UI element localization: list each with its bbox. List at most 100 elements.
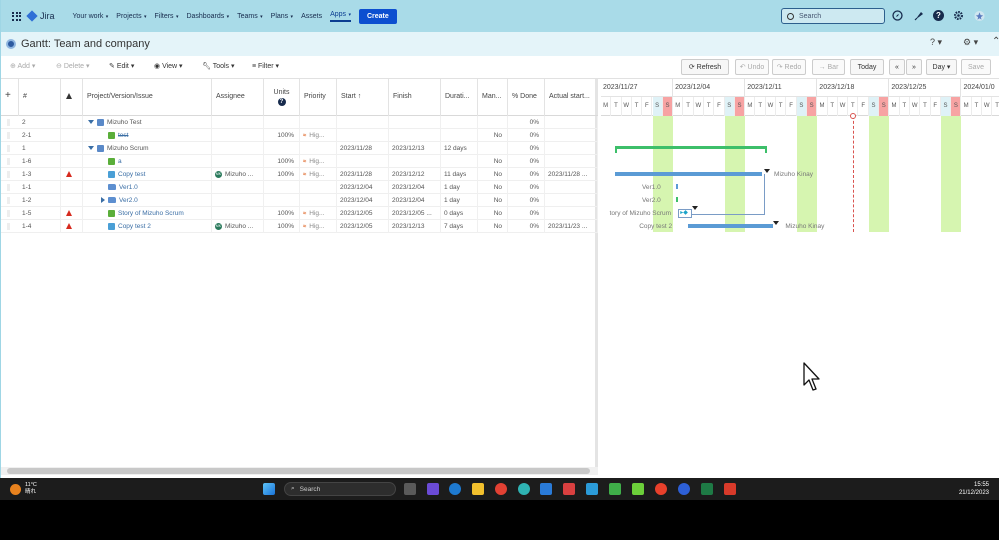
app-icon-4[interactable] (632, 483, 644, 495)
weather-widget[interactable]: 11°C 晴れ (10, 482, 37, 496)
col-finish[interactable]: Finish (389, 79, 441, 116)
units-help-icon[interactable]: ? (277, 98, 286, 106)
create-button[interactable]: Create (358, 8, 397, 24)
version-marker-ver2[interactable] (676, 197, 679, 202)
nav-item-apps[interactable]: Apps ▾ (330, 11, 351, 22)
col-duration[interactable]: Durati... (441, 79, 478, 116)
cell-name[interactable]: Story of Mizuho Scrum (83, 207, 212, 220)
drag-handle-icon[interactable] (7, 132, 10, 139)
nav-item-plans[interactable]: Plans ▾ (271, 13, 293, 20)
cell-name[interactable]: Mizuho Scrum (83, 142, 212, 155)
cell-name[interactable]: Ver2.0 (83, 194, 212, 207)
drag-handle-icon[interactable] (7, 184, 10, 191)
expand-caret-icon[interactable] (88, 146, 94, 151)
col-start[interactable]: Start ↑ (337, 79, 389, 116)
col-warning[interactable] (61, 79, 83, 116)
grid-row[interactable]: 1-1 Ver1.0 2023/12/04 2023/12/04 1 day No 0% (1, 181, 598, 194)
cell-name[interactable]: Copy test 2 (83, 220, 212, 233)
redo-button[interactable]: ↷ Redo (772, 59, 806, 75)
col-units[interactable]: Units ? (264, 79, 300, 116)
save-button[interactable]: Save (961, 59, 991, 75)
delete-menu[interactable]: ⊖ Delete ▾ (56, 62, 90, 70)
nav-item-your-work[interactable]: Your work ▾ (73, 13, 109, 20)
profile-avatar-icon[interactable] (974, 10, 985, 21)
teams-icon[interactable] (427, 483, 439, 495)
grid-row[interactable]: 1-3 Copy test MK Mizuho ... 100% ≈ Hig... 2023/… (1, 168, 598, 181)
filter-menu[interactable]: ≡ Filter ▾ (252, 62, 279, 70)
drag-handle-icon[interactable] (7, 158, 10, 165)
clock[interactable]: 15:55 21/12/2023 (959, 481, 989, 497)
view-menu[interactable]: ◉ View ▾ (154, 62, 183, 70)
issue-name[interactable]: Copy test (118, 171, 145, 178)
collapse-header-icon[interactable]: ⌃ (992, 36, 999, 47)
expand-caret-icon[interactable] (88, 120, 94, 125)
grid-row[interactable]: 1-4 Copy test 2 MK Mizuho ... 100% ≈ Hig... 202… (1, 220, 598, 233)
prev-button[interactable]: « (889, 59, 905, 75)
col-manual[interactable]: Man... (478, 79, 508, 116)
excel-icon[interactable] (701, 483, 713, 495)
help-menu-icon[interactable]: ? ▾ (930, 37, 942, 48)
col-actual-start[interactable]: Actual start... (545, 79, 598, 116)
edge-icon[interactable] (449, 483, 461, 495)
nav-item-projects[interactable]: Projects ▾ (116, 13, 146, 20)
app-icon-1[interactable] (518, 483, 530, 495)
nav-item-teams[interactable]: Teams ▾ (237, 13, 263, 20)
issue-name[interactable]: test (118, 132, 128, 139)
drag-handle-icon[interactable] (7, 223, 10, 230)
cell-name[interactable]: Copy test (83, 168, 212, 181)
col-assignee[interactable]: Assignee (212, 79, 264, 116)
grid-scroll-thumb[interactable] (7, 468, 590, 474)
drag-handle-icon[interactable] (7, 210, 10, 217)
today-button[interactable]: Today (850, 59, 884, 75)
cell-name[interactable]: a (83, 155, 212, 168)
cell-name[interactable]: test (83, 129, 212, 142)
search-input[interactable]: Search (781, 8, 885, 24)
issue-name[interactable]: a (118, 158, 122, 165)
next-button[interactable]: » (906, 59, 922, 75)
chrome-icon[interactable] (495, 483, 507, 495)
grid-row[interactable]: 1-2 Ver2.0 2023/12/04 2023/12/04 1 day No 0% (1, 194, 598, 207)
jira-logo[interactable]: Jira (26, 10, 55, 22)
version-marker-ver1[interactable] (676, 184, 679, 189)
scale-select[interactable]: Day ▾ (926, 59, 957, 75)
collapse-caret-icon[interactable] (101, 197, 105, 204)
issue-name[interactable]: Story of Mizuho Scrum (118, 210, 184, 217)
git-icon[interactable] (609, 483, 621, 495)
grid-row[interactable]: 1 Mizuho Scrum 2023/11/28 2023/12/13 12 days… (1, 142, 598, 155)
app-switcher-icon[interactable] (12, 11, 21, 21)
task-bar-copy-test-2[interactable] (687, 224, 773, 228)
grid-horizontal-scrollbar[interactable] (1, 467, 598, 475)
zoom-icon[interactable] (678, 483, 690, 495)
file-explorer-icon[interactable] (472, 483, 484, 495)
col-issue[interactable]: Project/Version/Issue (83, 79, 212, 116)
cell-name[interactable]: Mizuho Test (83, 116, 212, 129)
grid-row[interactable]: 2-1 test 100% ≈ Hig... No 0% (1, 129, 598, 142)
settings-menu-icon[interactable]: ⚙ ▾ (963, 37, 978, 48)
nav-item-filters[interactable]: Filters ▾ (155, 13, 179, 20)
vscode-icon[interactable] (540, 483, 552, 495)
add-column-icon[interactable]: + (1, 79, 19, 116)
app-icon-3[interactable] (586, 483, 598, 495)
grid-row[interactable]: 2 Mizuho Test 0% (1, 116, 598, 129)
drag-handle-icon[interactable] (7, 145, 10, 152)
app-icon-5[interactable] (655, 483, 667, 495)
col-priority[interactable]: Priority (300, 79, 337, 116)
drag-handle-icon[interactable] (7, 171, 10, 178)
bar-button[interactable]: → Bar (812, 59, 845, 75)
undo-button[interactable]: ↶ Undo (735, 59, 769, 75)
summary-bar-mizuho-scrum[interactable] (615, 146, 767, 149)
tools-menu[interactable]: 🔧︎ Tools ▾ (202, 62, 235, 70)
windows-start-icon[interactable] (263, 483, 275, 495)
grid-row[interactable]: 1-5 Story of Mizuho Scrum 100% ≈ Hig... 2023/… (1, 207, 598, 220)
issue-name[interactable]: Copy test 2 (118, 223, 151, 230)
nav-item-dashboards[interactable]: Dashboards ▾ (186, 13, 229, 20)
app-icon-6[interactable] (724, 483, 736, 495)
help-icon[interactable]: ? (933, 10, 944, 21)
edit-menu[interactable]: ✎ Edit ▾ (109, 62, 134, 70)
taskbar-search[interactable]: ⌕ Search (284, 482, 396, 496)
nav-item-assets[interactable]: Assets (301, 13, 322, 20)
grid-row[interactable]: 1-6 a 100% ≈ Hig... No 0% (1, 155, 598, 168)
refresh-button[interactable]: ⟳ Refresh (681, 59, 729, 75)
issue-name[interactable]: Ver1.0 (119, 184, 138, 191)
story-milestone-icon[interactable]: ▸◆ (678, 209, 693, 218)
